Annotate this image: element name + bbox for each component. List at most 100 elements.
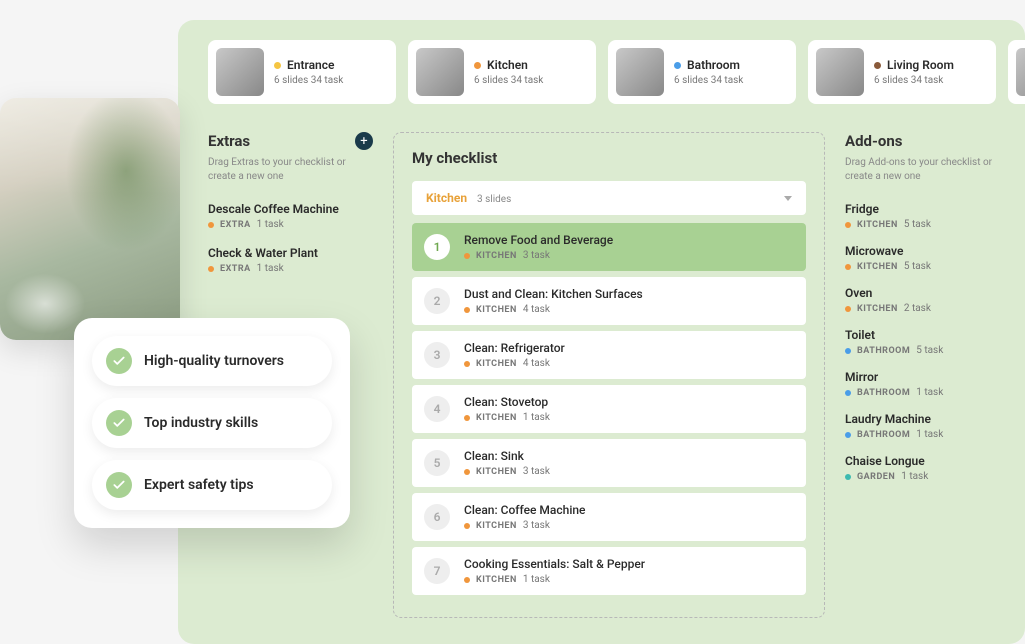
tag-label: KITCHEN (476, 359, 517, 369)
task-name: Clean: Stovetop (464, 395, 550, 409)
task-name: Clean: Coffee Machine (464, 503, 586, 517)
addon-item[interactable]: Chaise Longue GARDEN 1 task (845, 454, 995, 482)
addon-item[interactable]: Mirror BATHROOM 1 task (845, 370, 995, 398)
extra-item[interactable]: Check & Water Plant EXTRA 1 task (208, 246, 373, 274)
tag-row: KITCHEN 3 task (464, 250, 613, 261)
task-card[interactable]: 2 Dust and Clean: Kitchen Surfaces KITCH… (412, 277, 806, 325)
tag-dot (464, 523, 470, 529)
addon-item[interactable]: Fridge KITCHEN 5 task (845, 202, 995, 230)
extras-header: Extras + (208, 132, 373, 150)
room-name: Bathroom (687, 58, 740, 72)
task-card[interactable]: 5 Clean: Sink KITCHEN 3 task (412, 439, 806, 487)
room-card[interactable]: Living Room 6 slides 34 task (808, 40, 996, 104)
task-card[interactable]: 7 Cooking Essentials: Salt & Pepper KITC… (412, 547, 806, 595)
checklist-title: My checklist (412, 149, 806, 167)
tag-label: BATHROOM (857, 388, 910, 398)
task-number: 2 (424, 288, 450, 314)
tag-count: 3 task (523, 520, 550, 531)
tag-label: KITCHEN (476, 251, 517, 261)
tag-count: 3 task (523, 250, 550, 261)
tag-count: 4 task (523, 358, 550, 369)
tag-dot (464, 307, 470, 313)
addon-item[interactable]: Oven KITCHEN 2 task (845, 286, 995, 314)
tag-dot (845, 432, 851, 438)
tag-dot (464, 253, 470, 259)
extra-name: Check & Water Plant (208, 246, 373, 260)
tag-label: KITCHEN (476, 413, 517, 423)
extra-item[interactable]: Descale Coffee Machine EXTRA 1 task (208, 202, 373, 230)
extras-subtitle: Drag Extras to your checklist or create … (208, 156, 373, 184)
tag-count: 5 task (916, 345, 943, 356)
task-number: 5 (424, 450, 450, 476)
extras-title: Extras (208, 132, 250, 150)
addon-name: Mirror (845, 370, 995, 384)
tag-row: KITCHEN 5 task (845, 219, 995, 230)
tag-count: 3 task (523, 466, 550, 477)
room-name: Living Room (887, 58, 954, 72)
tag-dot (845, 348, 851, 354)
task-number: 7 (424, 558, 450, 584)
tag-row: KITCHEN 4 task (464, 358, 565, 369)
room-card[interactable]: Kitchen 6 slides 34 task (408, 40, 596, 104)
tag-row: KITCHEN 3 task (464, 466, 550, 477)
task-card[interactable]: 1 Remove Food and Beverage KITCHEN 3 tas… (412, 223, 806, 271)
tag-dot (845, 264, 851, 270)
task-name: Clean: Refrigerator (464, 341, 565, 355)
room-meta: 6 slides 34 task (674, 75, 743, 86)
tag-dot (208, 266, 214, 272)
task-number: 4 (424, 396, 450, 422)
room-card[interactable]: Bathroom 6 slides 34 task (608, 40, 796, 104)
tag-count: 4 task (523, 304, 550, 315)
tag-count: 1 task (257, 219, 284, 230)
tag-count: 1 task (257, 263, 284, 274)
tag-row: BATHROOM 1 task (845, 387, 995, 398)
add-extra-button[interactable]: + (355, 132, 373, 150)
check-icon (106, 472, 132, 498)
addons-subtitle: Drag Add-ons to your checklist or create… (845, 156, 995, 184)
addon-name: Microwave (845, 244, 995, 258)
addons-title: Add-ons (845, 132, 902, 150)
pill-text: Expert safety tips (144, 477, 254, 493)
pill-text: High-quality turnovers (144, 353, 284, 369)
task-name: Remove Food and Beverage (464, 233, 613, 247)
task-card[interactable]: 4 Clean: Stovetop KITCHEN 1 task (412, 385, 806, 433)
tag-label: KITCHEN (857, 304, 898, 314)
feature-pill: Top industry skills (92, 398, 332, 448)
addon-item[interactable]: Laudry Machine BATHROOM 1 task (845, 412, 995, 440)
tag-row: KITCHEN 4 task (464, 304, 643, 315)
tag-row: KITCHEN 1 task (464, 412, 550, 423)
room-color-dot (674, 62, 681, 69)
room-thumbnail (616, 48, 664, 96)
tag-row: EXTRA 1 task (208, 263, 373, 274)
addon-name: Oven (845, 286, 995, 300)
tag-label: BATHROOM (857, 430, 910, 440)
tag-dot (464, 577, 470, 583)
tag-row: BATHROOM 1 task (845, 429, 995, 440)
tag-row: KITCHEN 5 task (845, 261, 995, 272)
room-card[interactable]: Entrance 6 slides 34 task (208, 40, 396, 104)
living-room-photo (0, 98, 180, 340)
addons-column: Add-ons Drag Add-ons to your checklist o… (845, 132, 995, 618)
chevron-down-icon (784, 196, 792, 201)
room-card[interactable] (1008, 40, 1025, 104)
extra-name: Descale Coffee Machine (208, 202, 373, 216)
tag-dot (845, 222, 851, 228)
tag-row: EXTRA 1 task (208, 219, 373, 230)
room-thumbnail (816, 48, 864, 96)
addon-name: Toilet (845, 328, 995, 342)
addon-item[interactable]: Microwave KITCHEN 5 task (845, 244, 995, 272)
tag-dot (464, 415, 470, 421)
task-number: 6 (424, 504, 450, 530)
pill-text: Top industry skills (144, 415, 258, 431)
task-name: Cooking Essentials: Salt & Pepper (464, 557, 645, 571)
tag-count: 2 task (904, 303, 931, 314)
tag-label: GARDEN (857, 472, 895, 482)
task-card[interactable]: 3 Clean: Refrigerator KITCHEN 4 task (412, 331, 806, 379)
task-card[interactable]: 6 Clean: Coffee Machine KITCHEN 3 task (412, 493, 806, 541)
addon-name: Fridge (845, 202, 995, 216)
addon-item[interactable]: Toilet BATHROOM 5 task (845, 328, 995, 356)
check-icon (106, 410, 132, 436)
room-thumbnail (416, 48, 464, 96)
checklist-section-header[interactable]: Kitchen 3 slides (412, 181, 806, 215)
tag-row: GARDEN 1 task (845, 471, 995, 482)
